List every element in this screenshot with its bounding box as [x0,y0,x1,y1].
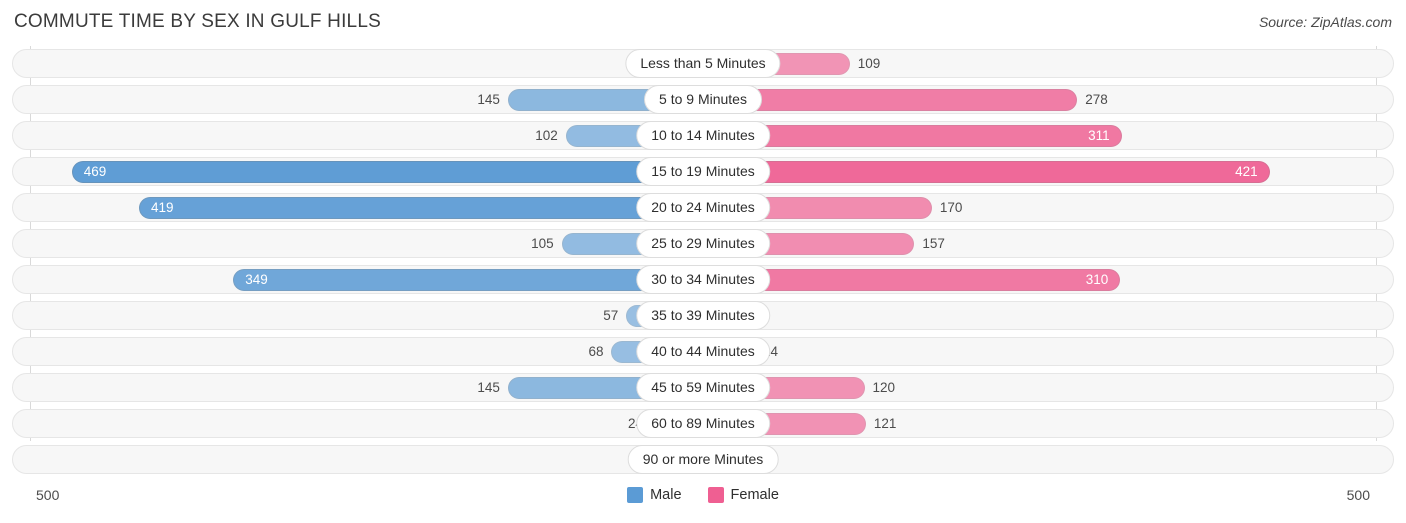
bar-category-label: 20 to 24 Minutes [636,193,770,222]
bar-value-male: 57 [603,308,619,323]
bar-value-male: 68 [588,344,604,359]
bar-value-male: 102 [535,128,558,143]
bar-row-bars: 1109Less than 5 Minutes [0,46,1406,82]
bar-male[interactable] [139,197,703,219]
bar-value-male: 105 [531,236,554,251]
bar-row-bars: 105 157 25 to 29 Minutes [0,226,1406,262]
bar-row-list: 1109Less than 5 Minutes1452785 to 9 Minu… [0,46,1406,478]
chart-header: COMMUTE TIME BY SEX IN GULF HILLS Source… [0,0,1406,46]
bar-row: 102 311 10 to 14 Minutes [0,118,1406,154]
bar-row: 145 278 5 to 9 Minutes [0,82,1406,118]
bar-row: 349 310 30 to 34 Minutes [0,262,1406,298]
bar-male[interactable] [71,161,703,183]
bar-value-female: 421 [1235,164,1258,179]
chart-legend: Male Female [0,487,1406,503]
bar-row-bars: 15090 or more Minutes [0,442,1406,478]
legend-swatch-icon [627,487,644,503]
bar-row-bars: 469 421 15 to 19 Minutes [0,154,1406,190]
bar-row: 68 14 40 to 44 Minutes [0,334,1406,370]
page-title: COMMUTE TIME BY SEX IN GULF HILLS [14,11,381,32]
bar-value-female: 120 [872,380,896,395]
bar-value-female: 170 [939,200,963,215]
bar-category-label: 10 to 14 Minutes [636,121,770,150]
bar-category-label: 25 to 29 Minutes [636,229,770,258]
legend-label: Male [650,487,682,503]
bar-value-female: 109 [857,56,881,71]
chart-footer: 500 500 Male Female [0,483,1406,523]
bar-category-label: 60 to 89 Minutes [636,409,770,438]
bar-row: 419 170 20 to 24 Minutes [0,190,1406,226]
bar-row-bars: 349 310 30 to 34 Minutes [0,262,1406,298]
bar-value-female: 121 [873,416,897,431]
bar-value-female: 311 [1088,128,1110,143]
bar-row: 57035 to 39 Minutes [0,298,1406,334]
bar-category-label: 5 to 9 Minutes [644,85,762,114]
legend-item[interactable]: Male [627,487,682,503]
bar-category-label: 90 or more Minutes [627,445,779,474]
source-attribution: Source: ZipAtlas.com [1258,14,1392,30]
bar-female[interactable] [703,161,1270,183]
bar-row-bars: 145 120 45 to 59 Minutes [0,370,1406,406]
chart-plot-area: 1109Less than 5 Minutes1452785 to 9 Minu… [0,46,1406,483]
bar-category-label: 45 to 59 Minutes [636,373,770,402]
bar-value-female: 278 [1085,92,1108,107]
bar-row-bars: 145 278 5 to 9 Minutes [0,82,1406,118]
bar-value-male: 145 [477,92,500,107]
bar-value-male: 145 [477,380,500,395]
bar-row-bars: 68 14 40 to 44 Minutes [0,334,1406,370]
bar-category-label: 30 to 34 Minutes [636,265,770,294]
bar-value-male: 419 [151,200,174,215]
bar-male[interactable] [233,269,703,291]
bar-row-bars: 419 170 20 to 24 Minutes [0,190,1406,226]
bar-value-female: 157 [922,236,945,251]
bar-value-female: 310 [1085,272,1109,287]
bar-category-label: 40 to 44 Minutes [636,337,770,366]
bar-row-bars: 2412160 to 89 Minutes [0,406,1406,442]
bar-category-label: 35 to 39 Minutes [636,301,770,330]
bar-row-bars: 102 311 10 to 14 Minutes [0,118,1406,154]
bar-row-bars: 57035 to 39 Minutes [0,298,1406,334]
bar-row: 469 421 15 to 19 Minutes [0,154,1406,190]
legend-label: Female [730,487,779,503]
legend-swatch-icon [707,487,724,503]
bar-row: 15090 or more Minutes [0,442,1406,478]
bar-row: 2412160 to 89 Minutes [0,406,1406,442]
bar-category-label: Less than 5 Minutes [625,49,781,78]
bar-row: 105 157 25 to 29 Minutes [0,226,1406,262]
bar-category-label: 15 to 19 Minutes [636,157,770,186]
bar-row: 1109Less than 5 Minutes [0,46,1406,82]
bar-value-male: 469 [83,164,107,179]
bar-row: 145 120 45 to 59 Minutes [0,370,1406,406]
bar-value-male: 349 [245,272,268,287]
legend-item[interactable]: Female [707,487,779,503]
